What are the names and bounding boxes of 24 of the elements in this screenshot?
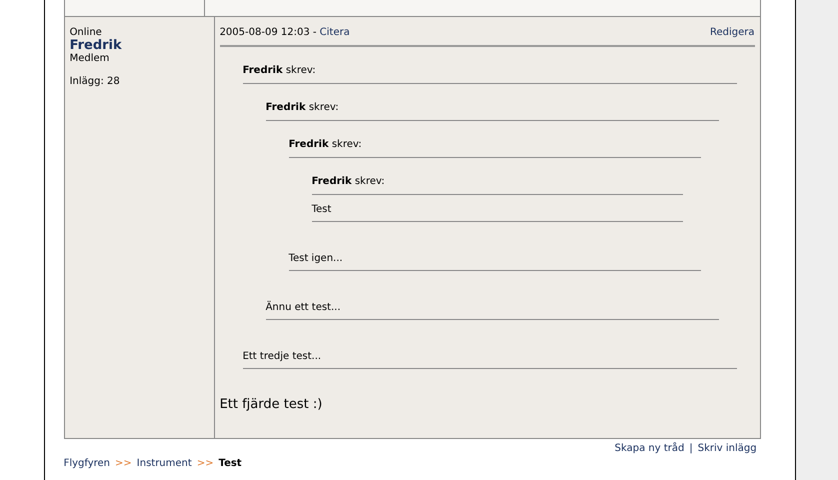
action-link[interactable]: Skapa ny tråd [614,443,684,454]
breadcrumb-separator: >> [115,458,132,469]
quote-header: Fredrik skrev: [288,139,701,158]
online-status: Online [70,27,102,38]
separator: | [689,443,693,454]
edit-link[interactable]: Redigera [710,27,755,38]
post-date: 2005-08-09 12:03 - [220,27,316,38]
quote-text: Test [312,195,683,222]
quote-text: Ännu ett test... [266,293,719,320]
quote-link[interactable]: Citera [320,27,350,38]
member-role: Medlem [70,53,110,64]
author-name[interactable]: Fredrik [70,38,122,53]
breadcrumb-current: Test [218,458,242,469]
post-count: Inlägg: 28 [70,76,120,87]
breadcrumb-link[interactable]: Instrument [136,458,192,469]
quote-text: Ett tredje test... [242,342,737,369]
post-text: Ett fjärde test :) [220,397,324,412]
breadcrumb-link[interactable]: Flygfyren [64,458,110,469]
quote-header: Fredrik skrev: [312,176,683,195]
breadcrumb-separator: >> [196,458,214,469]
quote-header: Fredrik skrev: [266,102,719,121]
quote-header: Fredrik skrev: [242,65,737,84]
action-link[interactable]: Skriv inlägg [698,443,757,454]
quote-text: Test igen... [288,244,701,271]
